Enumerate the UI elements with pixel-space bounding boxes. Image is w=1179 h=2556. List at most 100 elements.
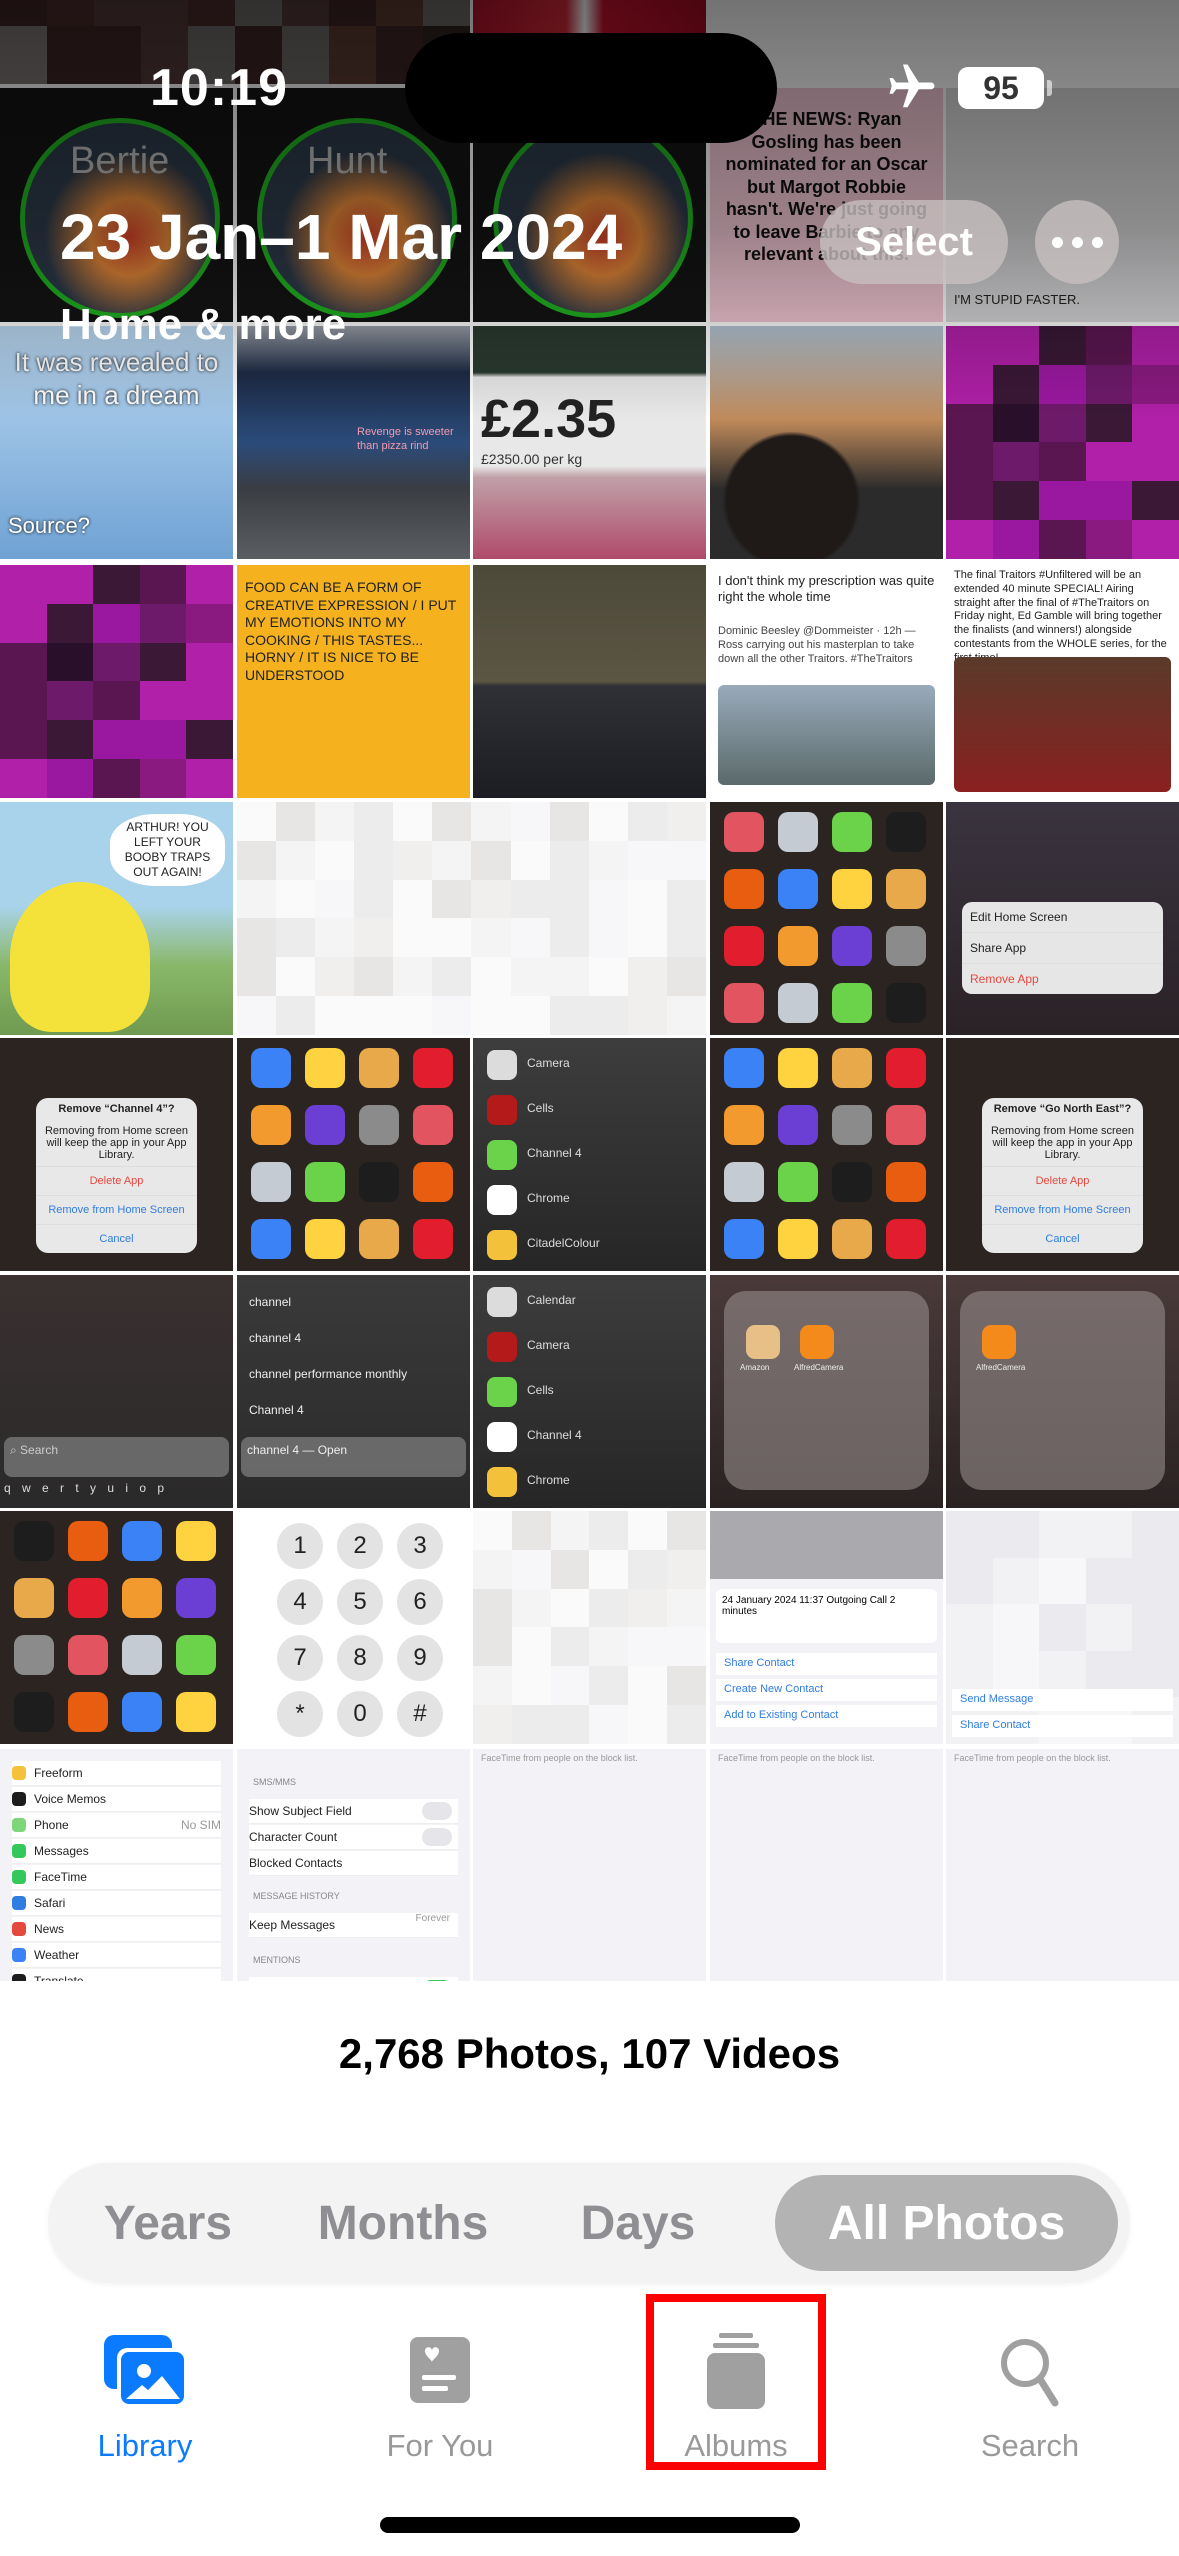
photo-thumbnail[interactable]: I don't think my prescription was quite … <box>710 565 943 798</box>
photo-thumbnail[interactable]: Amazon AlfredCamera <box>710 1275 943 1508</box>
app-icon <box>778 1105 818 1145</box>
app-icon <box>886 983 926 1023</box>
settings-row: Messages <box>12 1839 221 1864</box>
photo-thumbnail[interactable] <box>710 326 943 559</box>
segment-days[interactable]: Days <box>548 2175 728 2271</box>
photo-thumbnail[interactable]: Calendar Camera Cells Channel 4 Chrome <box>473 1275 706 1508</box>
app-icon <box>487 1422 517 1452</box>
photo-thumbnail[interactable]: It was revealed to me in a dream Source? <box>0 326 233 559</box>
photo-thumbnail[interactable]: Send Message Share Contact <box>946 1511 1179 1744</box>
photo-thumbnail[interactable] <box>237 1038 470 1271</box>
contact-actions <box>710 1511 943 1579</box>
photo-thumbnail[interactable] <box>946 326 1179 559</box>
context-menu: Edit Home Screen Share App Remove App <box>962 902 1163 994</box>
app-name: Amazon <box>740 1363 770 1372</box>
app-icon <box>886 812 926 852</box>
photo-thumbnail[interactable]: channel channel 4 channel performance mont… <box>237 1275 470 1508</box>
app-icon <box>359 1162 399 1202</box>
app-icon <box>832 983 872 1023</box>
photo-thumbnail[interactable] <box>0 1511 233 1744</box>
app-icon <box>12 1922 26 1936</box>
photo-thumbnail[interactable]: Remove “Channel 4”? Removing from Home sc… <box>0 1038 233 1271</box>
alert-line: Remove “Channel 4”? <box>58 1103 175 1115</box>
settings-row: FaceTime <box>12 1865 221 1890</box>
photo-thumbnail[interactable]: Freeform Voice Memos Phone No SIM Messages Fa… <box>0 1749 233 1981</box>
segment-months[interactable]: Months <box>288 2175 518 2271</box>
photo-thumbnail[interactable]: FaceTime from people on the block list. <box>710 1749 943 1981</box>
section-header: MESSAGE HISTORY <box>253 1891 340 1901</box>
photo-thumbnail[interactable]: AlfredCamera <box>946 1275 1179 1508</box>
photo-thumbnail[interactable]: FOOD CAN BE A FORM OF CREATIVE EXPRESSIO… <box>237 565 470 798</box>
photo-grid[interactable]: Bertie Hunt THE NEWS: Ryan Gosling has bee… <box>0 0 1179 1981</box>
alert-line: Cancel <box>982 1224 1143 1253</box>
more-button[interactable] <box>1035 200 1119 284</box>
photo-thumbnail[interactable]: 1 2 3 4 5 6 7 8 9 * 0 # <box>237 1511 470 1744</box>
library-count: 2,768 Photos, 107 Videos <box>338 2030 841 2077</box>
photo-thumbnail[interactable]: FaceTime from people on the block list. <box>473 1749 706 1981</box>
photo-thumbnail[interactable] <box>237 802 706 1035</box>
app-icon <box>251 1162 291 1202</box>
app-icon <box>305 1048 345 1088</box>
app-icon <box>413 1219 453 1259</box>
tab-search-label: Search <box>980 2428 1080 2463</box>
dial-key: # <box>397 1691 443 1737</box>
settings-row: Weather <box>12 1943 221 1968</box>
select-button[interactable]: Select <box>820 200 1008 284</box>
app-icon <box>724 1105 764 1145</box>
tab-for-you-label: For You <box>386 2428 494 2463</box>
app-name: AlfredCamera <box>794 1363 844 1372</box>
photo-thumbnail[interactable]: SMS/MMS Show Subject Field Character Count… <box>237 1749 470 1981</box>
photo-thumbnail[interactable]: ⌕ Search q w e r t y u i o p <box>0 1275 233 1508</box>
tweet-image <box>718 685 935 785</box>
settings-label: Safari <box>34 1896 66 1910</box>
photo-thumbnail[interactable] <box>473 565 706 798</box>
tab-library-label: Library <box>97 2428 193 2463</box>
tab-for-you[interactable]: For You <box>330 2320 550 2490</box>
photo-thumbnail[interactable] <box>473 1511 706 1744</box>
photo-thumbnail[interactable]: £2.35 £2350.00 per kg <box>473 326 706 559</box>
app-icon <box>413 1105 453 1145</box>
settings-label: Voice Memos <box>34 1792 107 1806</box>
photo-thumbnail[interactable]: The final Traitors #Unfiltered will be a… <box>946 565 1179 798</box>
app-icon <box>12 1896 26 1910</box>
app-icon <box>12 1844 26 1858</box>
photo-thumbnail[interactable]: 24 January 2024 11:37 Outgoing Call 2 mi… <box>710 1511 943 1744</box>
app-icon <box>487 1287 517 1317</box>
tab-library[interactable]: Library <box>35 2320 255 2490</box>
tab-search[interactable]: Search <box>920 2320 1140 2490</box>
app-name: Camera <box>527 1056 570 1070</box>
search-icon <box>980 2326 1080 2416</box>
app-icon <box>251 1048 291 1088</box>
segment-all-photos[interactable]: All Photos <box>775 2175 1118 2271</box>
app-icon <box>724 1048 764 1088</box>
photo-thumbnail[interactable]: ARTHUR! YOU LEFT YOUR BOOBY TRAPS OUT AG… <box>0 802 233 1035</box>
photo-thumbnail[interactable] <box>710 1038 943 1271</box>
segment-years[interactable]: Years <box>68 2175 268 2271</box>
home-indicator[interactable] <box>380 2517 800 2533</box>
app-icon <box>12 1792 26 1806</box>
app-icon <box>251 1105 291 1145</box>
photo-library-icon <box>95 2326 195 2416</box>
photo-thumbnail[interactable]: Remove “Go North East”? Removing from Hom… <box>946 1038 1179 1271</box>
app-icon <box>778 926 818 966</box>
dial-key: 4 <box>277 1579 323 1625</box>
tile-text: Hunt <box>307 140 388 182</box>
date-range-title: 23 Jan–1 Mar 2024 <box>60 201 623 273</box>
settings-row: Blocked Contacts <box>249 1851 458 1876</box>
settings-row: Safari <box>12 1891 221 1916</box>
photo-thumbnail[interactable]: FaceTime from people on the block list. <box>946 1749 1179 1981</box>
section-header: SMS/MMS <box>253 1777 297 1787</box>
photo-thumbnail[interactable] <box>0 565 233 798</box>
app-icon <box>724 1162 764 1202</box>
app-icon <box>982 1325 1016 1359</box>
app-icon <box>14 1692 54 1732</box>
photo-thumbnail[interactable] <box>710 802 943 1035</box>
app-icon <box>359 1048 399 1088</box>
search-suggestion: Channel 4 <box>249 1403 304 1417</box>
app-icon <box>305 1162 345 1202</box>
photo-thumbnail[interactable]: Revenge is sweeter than pizza rind <box>237 326 470 559</box>
photo-thumbnail[interactable]: Camera Cells Channel 4 Chrome CitadelColour <box>473 1038 706 1271</box>
settings-row: Freeform <box>12 1761 221 1786</box>
photo-thumbnail[interactable]: Edit Home Screen Share App Remove App <box>946 802 1179 1035</box>
contact-link: Create New Contact <box>716 1679 937 1701</box>
